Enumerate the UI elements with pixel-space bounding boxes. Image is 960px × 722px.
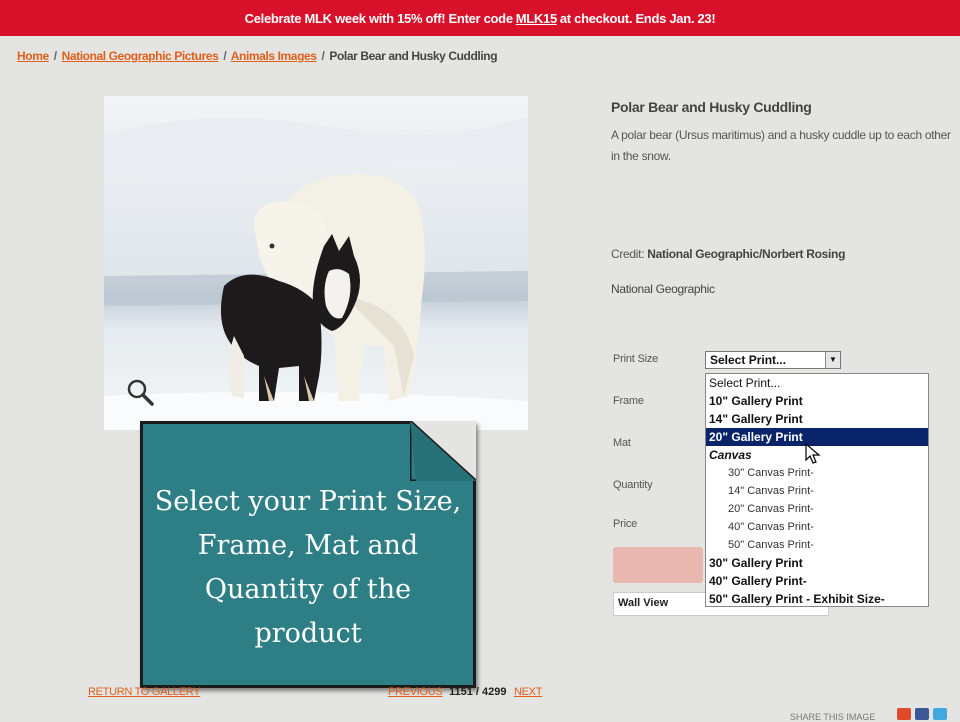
callout-line: product [254, 618, 362, 649]
print-size-select[interactable]: Select Print... ▼ [705, 351, 841, 369]
dropdown-option[interactable]: 50" Gallery Print - Exhibit Size- [706, 590, 928, 608]
product-image[interactable] [104, 96, 528, 430]
dropdown-option[interactable]: 30" Canvas Print- [706, 464, 928, 482]
page-curl-icon [410, 421, 476, 481]
dropdown-option[interactable]: 30" Gallery Print [706, 554, 928, 572]
chevron-down-icon[interactable]: ▼ [825, 352, 840, 368]
product-publisher: National Geographic [611, 282, 715, 296]
quantity-label: Quantity [613, 479, 653, 491]
print-size-label: Print Size [613, 353, 659, 365]
breadcrumb-separator: / [223, 49, 227, 63]
callout-line: Quantity of the [204, 574, 412, 605]
return-to-gallery-link[interactable]: RETURN TO GALLERY [88, 686, 201, 698]
promo-text-before: Celebrate MLK week with 15% off! Enter c… [244, 10, 513, 26]
mat-label: Mat [613, 437, 631, 449]
email-share-icon[interactable] [897, 708, 911, 720]
dropdown-option[interactable]: Select Print... [706, 374, 928, 392]
twitter-icon[interactable] [933, 708, 947, 720]
dropdown-option[interactable]: 40" Canvas Print- [706, 518, 928, 536]
share-label: SHARE THIS IMAGE [790, 712, 876, 722]
magnifier-icon[interactable] [126, 378, 154, 406]
promo-banner[interactable]: Celebrate MLK week with 15% off! Enter c… [0, 0, 960, 36]
mouse-cursor-icon [805, 443, 821, 464]
print-size-dropdown-list[interactable]: Select Print... 10" Gallery Print 14" Gall… [705, 373, 929, 607]
product-description: A polar bear (Ursus maritimus) and a hus… [611, 128, 951, 163]
dropdown-option[interactable]: 50" Canvas Print- [706, 536, 928, 554]
breadcrumb-separator: / [321, 49, 325, 63]
breadcrumb-current: Polar Bear and Husky Cuddling [329, 49, 498, 63]
credit-value: National Geographic/Norbert Rosing [647, 247, 846, 261]
breadcrumb: Home / National Geographic Pictures / An… [17, 49, 498, 63]
pager-count: 1151 / 4299 [449, 686, 507, 698]
next-link[interactable]: NEXT [514, 686, 542, 698]
credit-label: Credit: [611, 247, 645, 261]
product-credit: Credit: National Geographic/Norbert Rosi… [611, 247, 845, 261]
promo-code-link[interactable]: MLK15 [516, 11, 557, 26]
breadcrumb-separator: / [53, 49, 57, 63]
facebook-icon[interactable] [915, 708, 929, 720]
previous-link[interactable]: PREVIOUS [388, 686, 443, 698]
breadcrumb-national-geographic-pictures[interactable]: National Geographic Pictures [62, 49, 219, 63]
add-to-cart-button[interactable] [613, 547, 703, 583]
polar-bear-husky-illustration [104, 96, 528, 430]
breadcrumb-home[interactable]: Home [17, 49, 49, 63]
dropdown-option[interactable]: 10" Gallery Print [706, 392, 928, 410]
dropdown-option[interactable]: 40" Gallery Print- [706, 572, 928, 590]
wall-view-label: Wall View [618, 597, 669, 609]
dropdown-option[interactable]: 14" Canvas Print- [706, 482, 928, 500]
frame-label: Frame [613, 395, 644, 407]
instruction-callout: Select your Print Size, Frame, Mat and Q… [140, 421, 476, 688]
breadcrumb-animals-images[interactable]: Animals Images [231, 49, 317, 63]
print-size-selected-value: Select Print... [710, 353, 787, 367]
callout-line: Frame, Mat and [197, 530, 419, 561]
callout-line: Select your Print Size, [154, 486, 462, 517]
dropdown-option[interactable]: 20" Canvas Print- [706, 500, 928, 518]
dropdown-option[interactable]: 14" Gallery Print [706, 410, 928, 428]
callout-text: Select your Print Size, Frame, Mat and Q… [153, 480, 463, 656]
product-title: Polar Bear and Husky Cuddling [611, 99, 812, 115]
price-label: Price [613, 518, 638, 530]
promo-text-after: at checkout. Ends Jan. 23! [559, 10, 716, 26]
